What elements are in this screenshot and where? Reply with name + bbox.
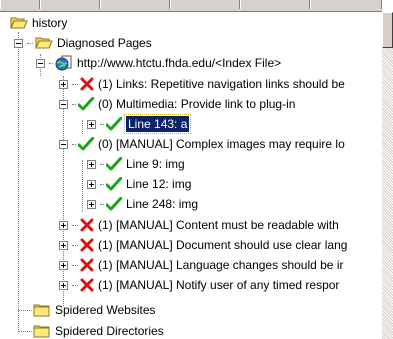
closed-folder-icon xyxy=(33,324,51,338)
tree-node-issue[interactable]: (0) Multimedia: Provide link to plug-in xyxy=(59,95,295,113)
tree-node-issue[interactable]: (0) [MANUAL] Complex images may require … xyxy=(59,135,345,153)
tree-node-label: Diagnosed Pages xyxy=(57,36,152,50)
tree-node-label: (1) [MANUAL] Notify user of any timed re… xyxy=(98,278,340,292)
tree-node-diagnosed-pages[interactable]: Diagnosed Pages xyxy=(14,34,152,52)
expand-icon[interactable] xyxy=(59,280,68,290)
tree-node-issue[interactable]: (1) [MANUAL] Document should use clear l… xyxy=(59,236,347,254)
green-check-icon xyxy=(78,137,94,151)
tree-node-label: Line 12: img xyxy=(126,177,192,191)
tree-node-label-selected: Line 143: a xyxy=(123,114,192,134)
toolbar-segment[interactable] xyxy=(0,0,40,9)
expand-icon[interactable] xyxy=(59,240,68,250)
collapse-icon[interactable] xyxy=(59,139,68,149)
open-folder-icon xyxy=(10,16,28,30)
tree-connector xyxy=(72,284,78,286)
tree-node-label: Spidered Websites xyxy=(55,303,156,317)
tree-node-label: Spidered Directories xyxy=(55,324,164,338)
toolbar-strip xyxy=(0,0,382,12)
globe-document-icon xyxy=(55,55,73,71)
green-check-icon xyxy=(106,117,122,131)
green-check-icon xyxy=(78,97,94,111)
vertical-scrollbar[interactable] xyxy=(381,12,393,339)
tree-connector xyxy=(18,331,32,332)
tree-node-label: http://www.htctu.fhda.edu/<Index File> xyxy=(77,56,282,70)
collapse-icon[interactable] xyxy=(36,58,45,68)
expand-icon[interactable] xyxy=(59,79,68,89)
tree-connector xyxy=(100,123,104,125)
green-check-icon xyxy=(106,197,122,211)
green-check-icon xyxy=(106,177,122,191)
red-x-icon xyxy=(80,278,94,292)
tree-connector xyxy=(72,83,78,85)
tree-connector xyxy=(100,163,104,165)
tree-connector xyxy=(82,120,83,134)
tree-node-label: (1) [MANUAL] Content must be readable wi… xyxy=(98,218,339,232)
tree-node-label: (1) [MANUAL] Language changes should be … xyxy=(98,258,344,272)
tree-node-issue[interactable]: (1) [MANUAL] Content must be readable wi… xyxy=(59,216,339,234)
tree-connector xyxy=(72,244,78,246)
tree-node-issue[interactable]: (1) [MANUAL] Notify user of any timed re… xyxy=(59,276,339,294)
toolbar-segment[interactable] xyxy=(100,0,170,9)
tree-node-label: (1) Links: Repetitive navigation links s… xyxy=(98,77,345,91)
tree-node-issue[interactable]: (1) [MANUAL] Language changes should be … xyxy=(59,256,343,274)
toolbar-segment[interactable] xyxy=(240,0,310,9)
scrollbar-track[interactable] xyxy=(382,12,393,339)
tree-node-label: Line 248: img xyxy=(126,197,199,211)
green-check-icon xyxy=(106,157,122,171)
tree-connector xyxy=(27,42,33,44)
red-x-icon xyxy=(80,77,94,91)
expand-icon[interactable] xyxy=(87,159,96,169)
tree-node-history[interactable]: history xyxy=(10,14,67,32)
tree-view[interactable]: history Diagnosed Pages http://www.htctu… xyxy=(0,12,381,339)
collapse-icon[interactable] xyxy=(59,99,68,109)
tree-node-label: (0) Multimedia: Provide link to plug-in xyxy=(98,97,296,111)
tree-connector xyxy=(100,183,104,185)
tree-node-label: (1) [MANUAL] Document should use clear l… xyxy=(98,238,348,252)
tree-node-label: Line 9: img xyxy=(126,157,185,171)
expand-icon[interactable] xyxy=(87,119,96,129)
tree-connector xyxy=(72,143,76,145)
tree-connector xyxy=(72,103,76,105)
tree-node-line[interactable]: Line 248: img xyxy=(87,195,198,213)
tree-node-issue[interactable]: (1) Links: Repetitive navigation links s… xyxy=(59,75,345,93)
closed-folder-icon xyxy=(33,303,51,317)
tree-connector xyxy=(82,160,83,212)
expand-icon[interactable] xyxy=(87,179,96,189)
tree-node-spidered-websites[interactable]: Spidered Websites xyxy=(33,301,156,319)
expand-icon[interactable] xyxy=(59,260,68,270)
tree-connector xyxy=(72,224,78,226)
expand-icon[interactable] xyxy=(87,199,96,209)
red-x-icon xyxy=(80,218,94,232)
toolbar-segment[interactable] xyxy=(310,0,382,9)
open-folder-icon xyxy=(35,36,53,50)
tree-node-line[interactable]: Line 9: img xyxy=(87,155,185,173)
tree-node-line[interactable]: Line 143: a xyxy=(87,114,192,134)
tree-connector xyxy=(49,62,53,64)
toolbar-segment[interactable] xyxy=(170,0,240,9)
tree-connector xyxy=(18,310,32,311)
tree-connector xyxy=(72,264,78,266)
tree-node-label: history xyxy=(32,16,68,30)
red-x-icon xyxy=(80,238,94,252)
tree-connector xyxy=(100,203,104,205)
red-x-icon xyxy=(80,258,94,272)
tree-node-label: (0) [MANUAL] Complex images may require … xyxy=(98,137,345,151)
toolbar-segment[interactable] xyxy=(40,0,100,9)
tree-node-line[interactable]: Line 12: img xyxy=(87,175,191,193)
tree-node-url[interactable]: http://www.htctu.fhda.edu/<Index File> xyxy=(36,54,281,72)
tree-connector xyxy=(18,32,19,332)
scrollbar-thumb[interactable] xyxy=(382,12,393,48)
expand-icon[interactable] xyxy=(59,220,68,230)
collapse-icon[interactable] xyxy=(14,38,23,48)
tree-node-spidered-directories[interactable]: Spidered Directories xyxy=(33,322,164,339)
